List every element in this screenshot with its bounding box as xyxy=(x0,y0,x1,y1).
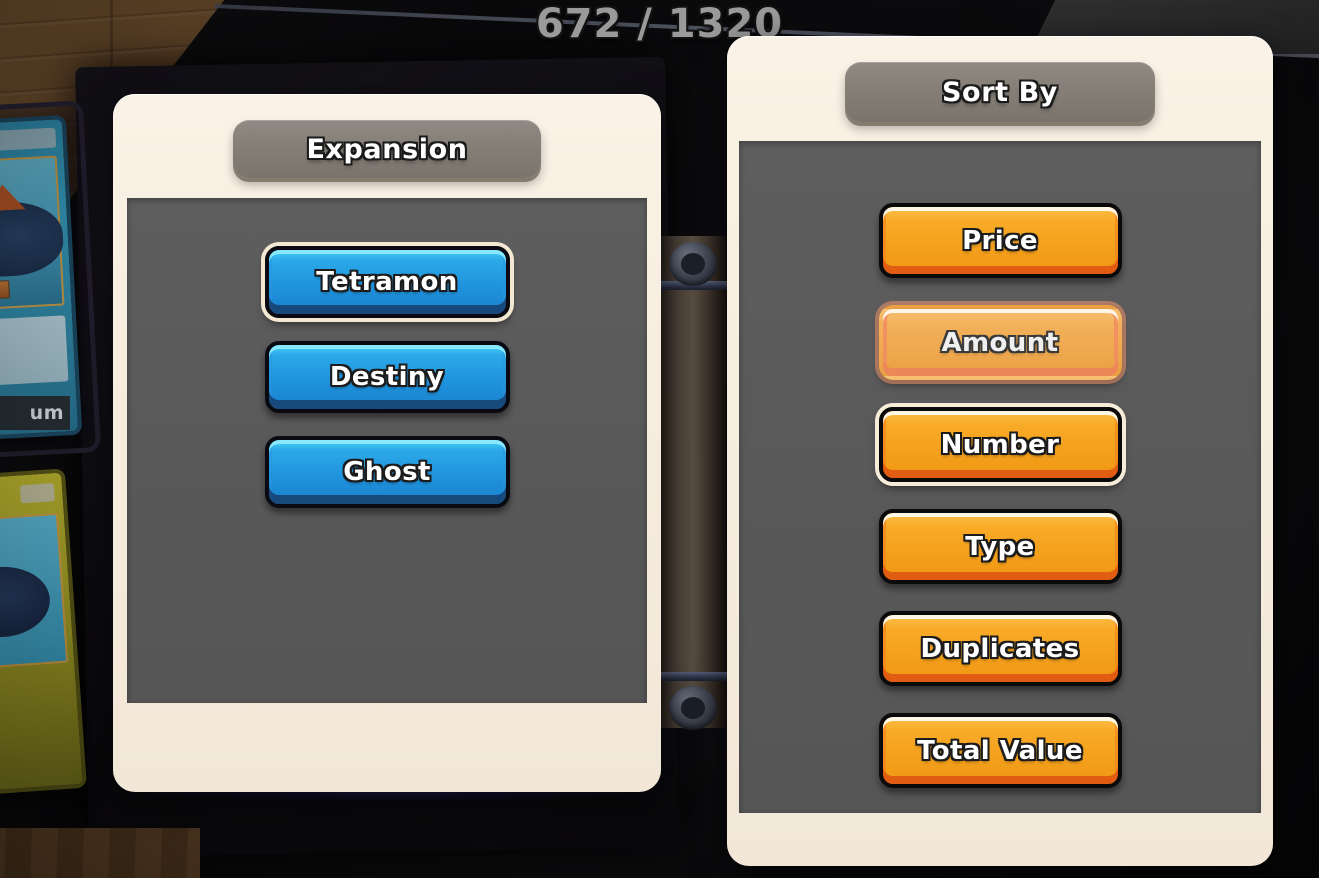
sort-by-button-list: Price Amount Number Type Duplicates Tota… xyxy=(739,203,1261,788)
expansion-button-label: Ghost xyxy=(343,457,431,487)
binder-knob-inner xyxy=(681,697,705,719)
card-name-plate xyxy=(0,127,57,153)
expansion-button-label: Destiny xyxy=(329,362,445,392)
album-label: um xyxy=(0,396,70,430)
binder-spine xyxy=(660,236,726,728)
sort-button-label: Price xyxy=(962,225,1038,256)
game-screen: um 672 / 1320 Expansion Tetramon Destiny… xyxy=(0,0,1319,878)
card-creature xyxy=(0,199,65,280)
card-creature xyxy=(0,563,53,641)
card-creature-fin xyxy=(0,183,25,211)
binder-knob-inner xyxy=(681,253,705,275)
sort-button-amount[interactable]: Amount xyxy=(878,305,1122,380)
card-artwork xyxy=(0,155,65,311)
expansion-panel-body: Tetramon Destiny Ghost xyxy=(127,198,647,703)
sort-button-price[interactable]: Price xyxy=(878,203,1122,278)
expansion-panel-title: Expansion xyxy=(306,133,468,165)
sort-by-panel: Sort By Price Amount Number Type Duplica… xyxy=(727,36,1273,866)
sort-by-panel-title: Sort By xyxy=(942,76,1058,108)
sort-button-type[interactable]: Type xyxy=(878,509,1122,584)
card-rarity-icon xyxy=(0,280,11,300)
sort-button-label: Type xyxy=(965,531,1035,562)
expansion-button-destiny[interactable]: Destiny xyxy=(264,341,510,413)
binder-ring-bottom xyxy=(651,672,735,681)
binder-knob-bottom xyxy=(669,686,717,730)
sort-button-label: Duplicates xyxy=(920,633,1080,664)
sort-button-duplicates[interactable]: Duplicates xyxy=(878,611,1122,686)
expansion-button-ghost[interactable]: Ghost xyxy=(264,436,510,508)
sort-by-panel-header: Sort By xyxy=(845,62,1155,122)
expansion-button-list: Tetramon Destiny Ghost xyxy=(127,246,647,508)
expansion-panel: Expansion Tetramon Destiny Ghost xyxy=(113,94,661,792)
sort-by-panel-body: Price Amount Number Type Duplicates Tota… xyxy=(739,141,1261,813)
sort-button-total-value[interactable]: Total Value xyxy=(878,713,1122,788)
expansion-button-label: Tetramon xyxy=(316,267,458,297)
sort-button-number[interactable]: Number xyxy=(878,407,1122,482)
card-artwork xyxy=(0,512,69,670)
sort-button-label: Total Value xyxy=(917,735,1083,766)
floor-strip-bottom xyxy=(0,828,200,878)
sort-button-label: Number xyxy=(940,429,1060,460)
card-text-box xyxy=(0,315,69,387)
sort-button-label: Amount xyxy=(941,327,1059,358)
expansion-button-tetramon[interactable]: Tetramon xyxy=(264,246,510,318)
expansion-panel-header: Expansion xyxy=(233,120,541,178)
card-number-plate xyxy=(19,483,55,504)
binder-knob-top xyxy=(669,242,717,286)
